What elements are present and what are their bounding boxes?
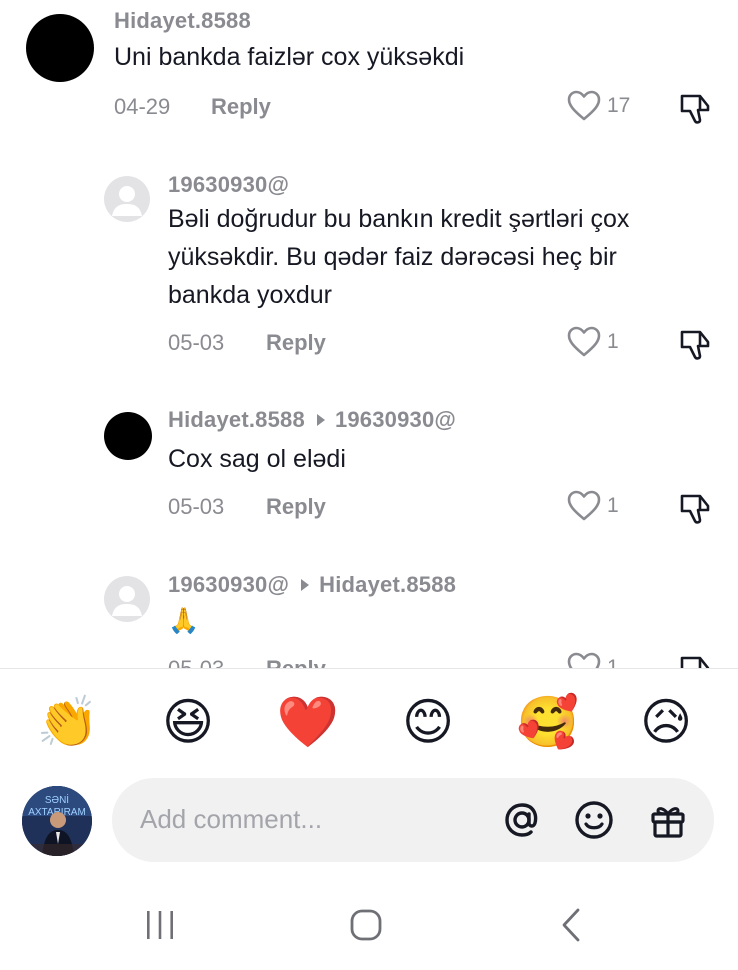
emoji-clapping-hands[interactable]: 👏 [36,690,100,754]
dislike-icon[interactable] [678,90,714,126]
gift-icon[interactable] [644,796,692,844]
like-button[interactable]: 1 [567,490,619,522]
dislike-icon[interactable] [678,326,714,362]
emoji-quick-bar: 👏 😆 ❤️ 😊 🥰 😥 [0,690,738,760]
like-button[interactable]: 17 [567,90,630,122]
reply-arrow-icon [316,414,325,427]
heart-icon [567,490,601,521]
reply-arrow-icon [301,579,310,592]
comment-username[interactable]: Hidayet.8588 19630930@ [168,407,456,433]
default-avatar-icon [112,586,142,616]
reply-button[interactable]: Reply [266,656,326,668]
recent-apps-icon[interactable] [140,905,180,945]
comment-text: Uni bankda faizlər cox yüksəkdi [114,43,465,71]
comment-input-placeholder: Add comment... [140,804,323,834]
reply-button[interactable]: Reply [211,94,271,120]
reply-button[interactable]: Reply [266,494,326,520]
emoji-red-heart[interactable]: ❤️ [276,690,340,754]
like-button[interactable]: 1 [567,652,619,668]
like-count: 17 [607,94,631,117]
mention-icon[interactable] [498,796,546,844]
like-count: 1 [607,330,619,353]
comment-date: 05-03 [168,656,224,668]
emoji-laughing-face[interactable]: 😆 [156,690,220,754]
dislike-icon[interactable] [678,490,714,526]
comment-text: Cox sag ol elədi [168,445,346,473]
my-avatar-image: SƏNİ AXTARIRAM [22,786,92,856]
avatar[interactable] [104,576,150,622]
emoji-sad-sweat-face[interactable]: 😥 [634,690,698,754]
comment-text: Bəli doğrudur bu bankın kredit şərtləri … [168,205,630,309]
emoji-icon[interactable] [570,796,618,844]
comment-date: 05-03 [168,494,225,519]
emoji-smiling-face-with-hearts[interactable]: 🥰 [516,690,580,754]
username-text: Hidayet.8588 [168,407,305,432]
comment-input[interactable]: Add comment... [112,778,714,862]
reply-button[interactable]: Reply [266,330,326,356]
heart-icon [567,326,601,357]
default-avatar-icon [112,186,142,216]
avatar-logo-text-1: SƏNİ [45,793,69,806]
system-navigation-bar [0,880,738,970]
back-icon[interactable] [552,905,592,945]
comment-date: 04-29 [114,94,171,119]
comment-date: 05-03 [168,330,225,355]
comment-username[interactable]: 19630930@ [168,172,289,198]
like-button[interactable]: 1 [567,326,619,358]
comment-username[interactable]: Hidayet.8588 [114,8,251,34]
like-count: 1 [607,494,619,517]
avatar[interactable] [104,176,150,222]
emoji-smiling-face[interactable]: 😊 [396,690,460,754]
dislike-icon[interactable] [678,652,714,668]
heart-icon [567,652,601,668]
reply-to-username[interactable]: 19630930@ [335,407,456,432]
home-icon[interactable] [346,905,386,945]
username-text: 19630930@ [168,172,290,197]
username-text: 19630930@ [168,572,290,597]
comment-username[interactable]: 19630930@ Hidayet.8588 [168,572,456,598]
avatar[interactable] [26,14,94,82]
divider [0,668,738,669]
avatar[interactable] [104,412,152,460]
comments-list[interactable]: Hidayet.8588 Uni bankda faizlər cox yüks… [0,0,738,668]
reply-to-username[interactable]: Hidayet.8588 [319,572,456,597]
like-count: 1 [607,656,619,668]
comment-text: 🙏 [168,606,200,635]
heart-icon [567,90,601,121]
my-avatar[interactable]: SƏNİ AXTARIRAM [22,786,92,856]
username-text: Hidayet.8588 [114,8,251,33]
